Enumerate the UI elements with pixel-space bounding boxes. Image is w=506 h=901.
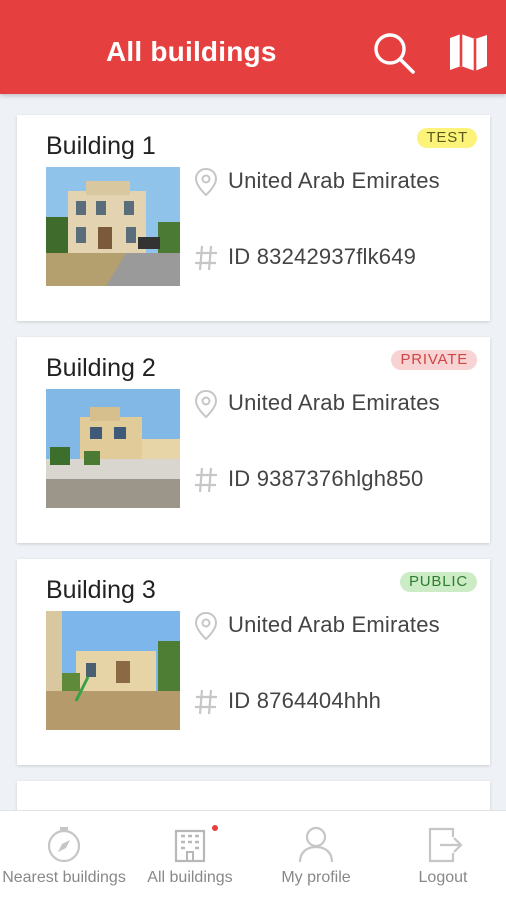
nav-label: All buildings xyxy=(147,869,233,886)
building-location: United Arab Emirates xyxy=(228,168,440,193)
compass-icon xyxy=(47,827,81,863)
building-card-2[interactable]: Building 2 PRIVATE United Arab Emirates … xyxy=(17,337,490,543)
building-photo xyxy=(46,611,180,730)
building-id: ID 9387376hlgh850 xyxy=(228,466,424,491)
logout-icon xyxy=(428,827,463,863)
location-pin-icon xyxy=(193,389,219,419)
bottom-navigation: Nearest buildings All buildings My profi… xyxy=(0,810,506,901)
search-icon[interactable] xyxy=(370,30,416,76)
app-bar: All buildings xyxy=(0,0,506,94)
status-badge: PUBLIC xyxy=(400,572,477,592)
building-photo xyxy=(46,389,180,508)
building-location: United Arab Emirates xyxy=(228,612,440,637)
hash-icon xyxy=(193,687,219,717)
nav-logout[interactable]: Logout xyxy=(380,811,506,901)
building-card-1[interactable]: Building 1 TEST United Arab Emirates ID … xyxy=(17,115,490,321)
nav-label: Nearest buildings xyxy=(2,869,126,886)
nav-label: My profile xyxy=(281,869,351,886)
status-badge: PRIVATE xyxy=(391,350,477,370)
hash-icon xyxy=(193,243,219,273)
hash-icon xyxy=(193,465,219,495)
building-location: United Arab Emirates xyxy=(228,390,440,415)
nav-all-buildings[interactable]: All buildings xyxy=(128,811,252,901)
building-name: Building 2 xyxy=(46,354,156,382)
map-icon[interactable] xyxy=(446,30,492,76)
building-name: Building 3 xyxy=(46,576,156,604)
page-title: All buildings xyxy=(106,36,277,67)
status-badge: TEST xyxy=(417,128,477,148)
nav-nearest-buildings[interactable]: Nearest buildings xyxy=(0,811,128,901)
location-pin-icon xyxy=(193,167,219,197)
location-pin-icon xyxy=(193,611,219,641)
building-name: Building 1 xyxy=(46,132,156,160)
building-photo xyxy=(46,167,180,286)
building-id: ID 83242937flk649 xyxy=(228,244,417,269)
building-card-3[interactable]: Building 3 PUBLIC United Arab Emirates I… xyxy=(17,559,490,765)
building-id: ID 8764404hhh xyxy=(228,688,382,713)
user-icon xyxy=(298,826,334,863)
nav-label: Logout xyxy=(418,869,468,886)
notification-dot xyxy=(212,825,218,831)
nav-my-profile[interactable]: My profile xyxy=(252,811,380,901)
building-icon xyxy=(174,829,206,863)
